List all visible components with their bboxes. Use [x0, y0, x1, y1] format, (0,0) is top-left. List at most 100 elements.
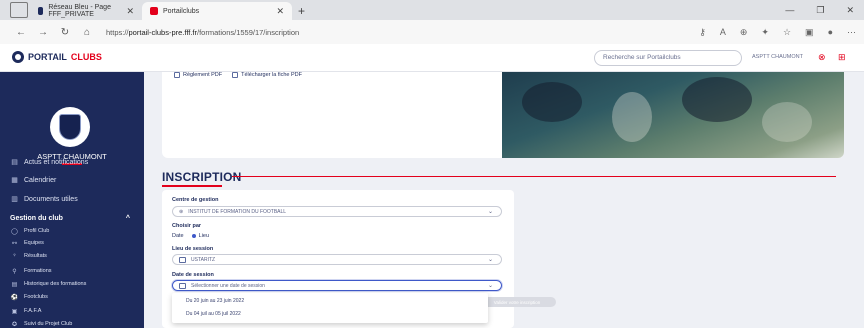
chevron-down-icon: ⌄ — [487, 209, 493, 215]
news-icon: ▤ — [11, 159, 18, 166]
back-icon[interactable]: ← — [10, 27, 32, 38]
reseau-bleu-favicon-icon — [38, 7, 44, 15]
sidebar-item-label: Equipes — [24, 240, 44, 246]
read-aloud-icon[interactable]: A — [720, 27, 726, 37]
date-session-select[interactable]: Sélectionner une date de session ⌄ — [172, 280, 502, 291]
date-label: Date de session — [172, 272, 214, 278]
collections-icon[interactable]: ▣ — [805, 27, 814, 38]
forward-icon[interactable]: → — [32, 27, 54, 38]
sidebar-item-calendrier[interactable]: ▦ Calendrier — [0, 174, 144, 186]
tab-label: Réseau Bleu - Page FFF_PRIVATE — [48, 4, 111, 18]
date-option[interactable]: Du 20 juin au 23 juin 2022 — [186, 298, 244, 304]
sidebar-item-equipes[interactable]: ⚯ Equipes — [0, 238, 144, 248]
title-divider — [232, 176, 836, 177]
tab-label: Portailclubs — [163, 7, 200, 15]
window-close-icon[interactable]: ✕ — [846, 5, 854, 16]
radio-lieu[interactable]: Lieu — [191, 233, 209, 239]
date-option[interactable]: Du 04 juil au 05 juil 2022 — [186, 311, 241, 317]
lieu-value: USTARITZ — [191, 256, 216, 263]
pdf-icon — [232, 72, 239, 78]
sidebar-item-actus[interactable]: ▤ Actus et notifications — [0, 156, 144, 168]
zoom-icon[interactable]: ⊕ — [740, 27, 748, 38]
new-tab-button[interactable]: + — [298, 2, 305, 20]
chevron-up-icon: ^ — [125, 214, 130, 222]
lieu-label: Lieu de session — [172, 246, 214, 252]
sidebar-item-documents[interactable]: ▥ Documents utiles — [0, 193, 144, 205]
calendar-icon — [179, 282, 186, 289]
sidebar-item-label: Profil Club — [24, 228, 50, 234]
sidebar-item-label: F.A.F.A — [24, 308, 42, 314]
sidebar-item-footclubs[interactable]: ⚽ Footclubs — [0, 292, 144, 302]
club-crest-icon — [59, 114, 81, 140]
training-icon: ⚲ — [12, 268, 17, 275]
pdf-icon — [174, 72, 180, 78]
lock-icon: ⌂ — [83, 26, 91, 38]
chevron-down-icon: ⌄ — [487, 257, 493, 263]
more-icon[interactable]: ⋯ — [847, 27, 856, 38]
sidebar-item-label: Suivi du Projet Club — [24, 321, 73, 327]
key-icon[interactable]: ⚷ — [699, 27, 706, 38]
browser-tab-active[interactable]: Portailclubs ✕ — [142, 2, 292, 20]
extensions-icon[interactable]: ✦ — [761, 27, 769, 38]
profile-icon[interactable]: ● — [828, 27, 833, 37]
tab-actions-icon[interactable] — [10, 2, 28, 18]
download-fiche-link[interactable]: Télécharger la fiche PDF — [232, 72, 302, 78]
formation-photo — [502, 72, 844, 158]
results-icon: ♆ — [12, 253, 17, 259]
minimize-icon[interactable]: — — [785, 5, 794, 15]
sidebar-item-label: Formations — [24, 268, 52, 274]
close-tab-icon[interactable]: ✕ — [276, 6, 284, 17]
sidebar-item-projet-club[interactable]: ✪ Suivi du Projet Club — [0, 319, 144, 328]
sidebar-item-label: Résultats — [24, 253, 47, 259]
lieu-select[interactable]: USTARITZ ⌄ — [172, 254, 502, 265]
radio-selected-icon — [191, 233, 196, 238]
browser-tab[interactable]: Réseau Bleu - Page FFF_PRIVATE ✕ — [30, 2, 142, 20]
logo-text-accent: CLUBS — [70, 52, 102, 62]
favorites-icon[interactable]: ☆ — [783, 27, 791, 38]
sidebar: ASPTT CHAUMONT ▤ Actus et notifications ▦… — [0, 72, 144, 328]
footclubs-icon: ⚽ — [10, 294, 19, 301]
sidebar-group-label: Gestion du club — [10, 214, 63, 222]
fff-logo-icon — [12, 51, 24, 63]
sidebar-item-label: Footclubs — [24, 294, 48, 300]
sidebar-item-resultats[interactable]: ♆ Résultats — [0, 251, 144, 261]
sidebar-group-gestion[interactable]: Gestion du club ^ — [0, 212, 144, 224]
calendar-icon: ▦ — [11, 177, 18, 184]
club-icon: ◯ — [11, 228, 18, 235]
club-logo — [50, 107, 90, 147]
link-label: Règlement PDF — [183, 72, 223, 78]
refresh-icon[interactable]: ↻ — [54, 27, 76, 38]
restore-icon[interactable]: ❐ — [816, 5, 824, 16]
header-club-name[interactable]: ASPTT CHAUMONT — [752, 54, 803, 60]
portail-clubs-logo[interactable]: PORTAIL CLUBS — [12, 51, 102, 63]
search-input[interactable]: Recherche sur Portailclubs — [594, 50, 742, 66]
site-header: PORTAIL CLUBS Recherche sur Portailclubs … — [0, 44, 864, 72]
close-tab-icon[interactable]: ✕ — [126, 6, 134, 17]
chevron-down-icon: ⌄ — [487, 283, 493, 289]
sidebar-item-profil-club[interactable]: ◯ Profil Club — [0, 226, 144, 236]
url-field[interactable]: https://portail-clubs-pre.fff.fr/formati… — [106, 28, 299, 37]
window-controls: — ❐ ✕ — [785, 0, 864, 20]
sidebar-item-label: Actus et notifications — [24, 158, 89, 166]
inscription-title: INSCRIPTION — [162, 170, 242, 184]
browser-tab-bar: Réseau Bleu - Page FFF_PRIVATE ✕ Portail… — [0, 0, 864, 20]
choisir-label: Choisir par — [172, 223, 202, 229]
apps-icon[interactable]: ⊞ — [838, 52, 846, 63]
choisir-radio-group: Date Lieu — [172, 233, 209, 239]
sidebar-item-formations[interactable]: ⚲ Formations — [0, 266, 144, 276]
institution-icon: ⊛ — [179, 208, 184, 215]
account-icon[interactable]: ⊗ — [818, 52, 826, 63]
link-label: Télécharger la fiche PDF — [241, 72, 302, 78]
portailclubs-favicon-icon — [150, 7, 158, 15]
centre-select[interactable]: ⊛ INSTITUT DE FORMATION DU FOOTBALL ⌄ — [172, 206, 502, 217]
radio-date[interactable]: Date — [172, 233, 184, 239]
validate-inscription-button[interactable]: Valider votre inscription — [478, 297, 556, 307]
sidebar-item-fafa[interactable]: ▣ F.A.F.A — [0, 306, 144, 316]
history-icon: ▤ — [11, 281, 18, 288]
sidebar-item-historique[interactable]: ▤ Historique des formations — [0, 279, 144, 289]
centre-value: INSTITUT DE FORMATION DU FOOTBALL — [188, 208, 287, 215]
title-underline — [162, 185, 222, 187]
address-bar-row: ← → ↻ ⌂ https://portail-clubs-pre.fff.fr… — [0, 20, 864, 44]
reglement-pdf-link[interactable]: Règlement PDF — [174, 72, 222, 78]
documents-icon: ▥ — [11, 196, 18, 203]
